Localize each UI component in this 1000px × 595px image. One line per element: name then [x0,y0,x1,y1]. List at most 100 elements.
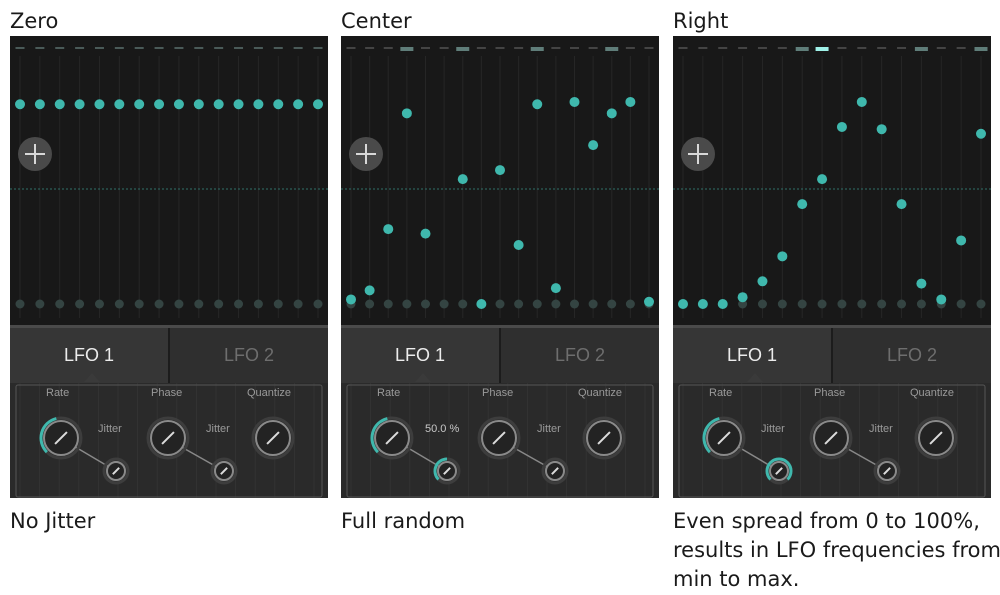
step-value-dot [697,299,708,309]
step-value-dot [856,96,867,107]
step-base-dot [797,299,807,309]
step-indicator [35,47,45,49]
step-indicator [476,47,486,49]
step-indicator [55,47,65,49]
step-sequencer[interactable] [10,36,328,325]
step-indicator [777,47,787,49]
phase-label: Phase [482,387,514,399]
step-value-dot [495,165,505,176]
step-base-dot [35,299,45,309]
step-value-dot [588,140,599,151]
step-indicator [439,47,449,49]
active-tab-caret-icon [84,373,100,382]
step-indicator [588,47,598,49]
step-indicator [114,47,124,49]
step-value-dot [213,99,224,110]
step-value-dot [193,99,204,110]
add-plus-icon[interactable] [18,137,52,171]
step-base-dot [365,299,375,309]
step-indicator [738,47,748,49]
step-indicator [383,47,393,49]
step-base-dot [154,299,164,309]
step-indicator [857,47,867,49]
step-value-dot [74,99,85,110]
step-value-dot [54,99,65,110]
phase-label: Phase [151,387,183,399]
step-base-dot [551,299,561,309]
step-value-dot [134,99,145,110]
step-value-dot [876,124,887,135]
step-base-dot [757,299,767,309]
tab-lfo2[interactable]: LFO 2 [501,328,659,383]
step-value-dot [253,99,264,110]
step-base-dot [313,299,323,309]
panel-title: Center [341,9,412,33]
step-value-dot [173,99,184,110]
phase-jitter-label: Jitter [206,423,230,435]
step-value-dot [154,99,165,110]
panel-caption: Full random [341,509,466,533]
tab-lfo2[interactable]: LFO 2 [833,328,991,383]
step-indicator [234,47,244,49]
step-indicator [15,47,25,49]
step-indicator [75,47,85,49]
step-value-dot [916,278,927,289]
step-value-dot [717,299,728,309]
step-indicator [974,47,988,51]
step-sequencer[interactable] [341,36,659,325]
step-indicator [365,47,375,49]
add-plus-icon[interactable] [349,137,383,171]
step-value-dot [94,99,105,110]
step-value-dot [420,228,431,239]
panel-center: Center LFO 1 LFO 2 Rate Phase Quantize 5… [341,0,661,595]
step-value-dot [457,174,468,185]
knob-panel [346,383,654,498]
active-tab-caret-icon [415,373,431,382]
step-base-dot [174,299,184,309]
step-value-dot [817,174,828,185]
knob-panel [15,383,323,498]
step-indicator [495,47,505,49]
step-indicator [757,47,767,49]
panel-caption: Even spread from 0 to 100%, results in L… [673,509,1000,591]
step-indicator [456,47,470,51]
step-base-dot [777,299,787,309]
panel-title: Right [673,9,729,33]
step-base-dot [514,299,524,309]
step-value-dot [606,108,617,119]
step-indicator [514,47,524,49]
step-indicator [421,47,430,49]
step-base-dot [916,299,926,309]
step-base-dot [383,299,393,309]
step-value-dot [797,199,808,210]
step-base-dot [134,299,144,309]
step-value-dot [777,251,788,262]
step-base-dot [877,299,887,309]
step-base-dot [402,299,412,309]
step-indicator [400,47,414,51]
panel-title: Zero [10,9,59,33]
step-indicator [253,47,263,49]
step-base-dot [570,299,579,309]
step-value-dot [956,235,967,246]
step-indicator [134,47,144,49]
step-value-dot [346,294,356,305]
tab-lfo2[interactable]: LFO 2 [170,328,328,383]
step-base-dot [625,299,635,309]
step-indicator [718,47,728,49]
step-value-dot [625,96,636,107]
step-value-dot [383,224,394,235]
step-sequencer[interactable] [673,36,991,325]
step-indicator [94,47,104,49]
add-plus-icon[interactable] [681,137,715,171]
step-base-dot [897,299,907,309]
step-value-dot [476,299,487,309]
step-base-dot [15,299,25,309]
lfo-tab-bar: LFO 1 LFO 2 [10,325,328,383]
step-value-dot [313,99,323,110]
step-indicator [154,47,164,49]
step-value-dot [569,96,580,107]
panel-caption: No Jitter [10,509,96,533]
step-base-dot [857,299,867,309]
step-indicator [914,47,928,51]
